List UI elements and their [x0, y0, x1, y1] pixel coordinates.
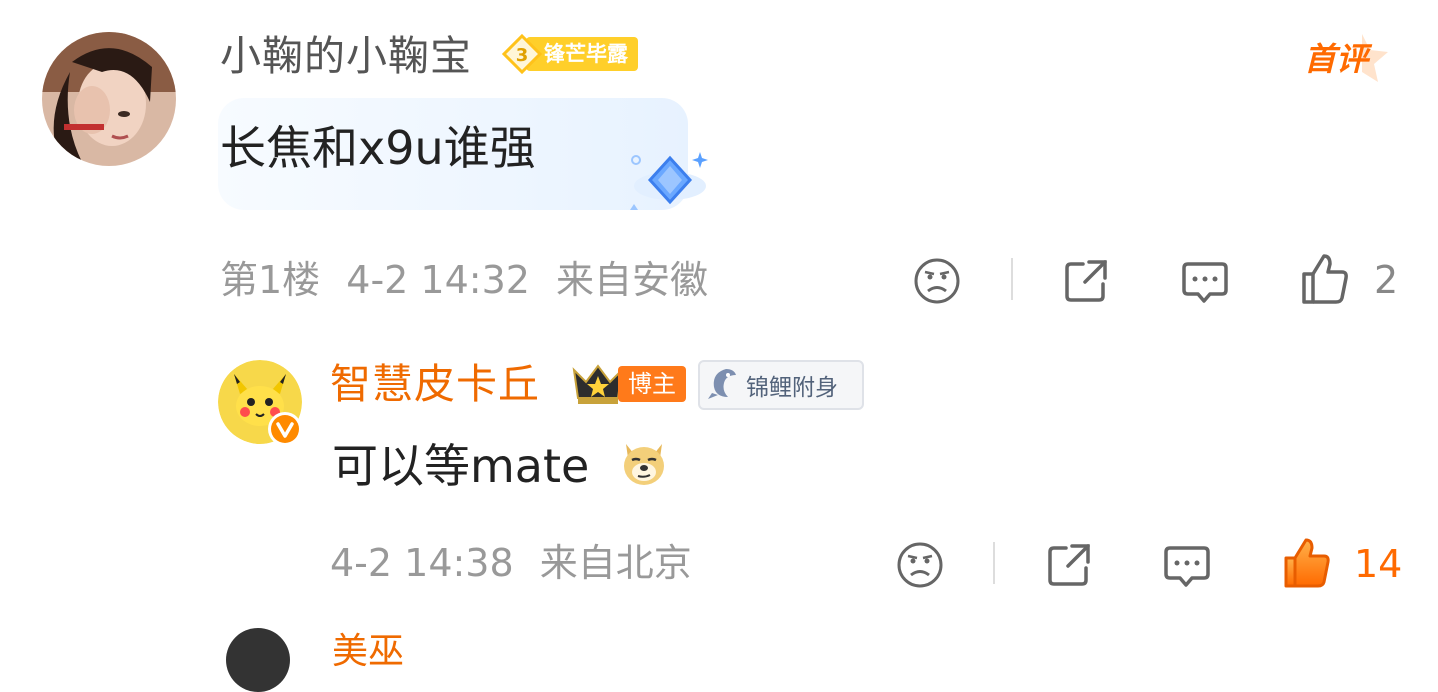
next-avatar[interactable] [226, 628, 290, 692]
like-thumb-icon[interactable] [1300, 252, 1350, 304]
like-count: 2 [1374, 258, 1399, 302]
fan-badge-label: 锦鲤附身 [746, 375, 838, 401]
koi-icon [706, 365, 740, 405]
comment-text: 长焦和x9u谁强 [220, 121, 536, 175]
doge-emoji-icon [620, 436, 668, 488]
reply-time: 4-2 14:38 [330, 541, 514, 585]
commenter-name[interactable]: 小鞠的小鞠宝 [220, 30, 472, 82]
first-comment-badge: 首评 [1302, 30, 1394, 86]
verified-v-icon [268, 412, 302, 446]
floor-label: 第1楼 [220, 258, 321, 302]
next-commenter-name[interactable]: 美巫 [332, 622, 404, 674]
reply-location: 来自北京 [539, 541, 692, 585]
diamond-icon [624, 148, 714, 214]
reply-icon[interactable] [1162, 540, 1212, 590]
blogger-role-tag: 博主 [618, 366, 686, 402]
divider [1011, 258, 1013, 300]
dislike-face-icon[interactable] [895, 540, 945, 590]
reply-icon[interactable] [1180, 256, 1230, 306]
commenter-avatar[interactable] [42, 32, 176, 166]
first-comment-label: 首评 [1304, 40, 1373, 78]
share-icon[interactable] [1044, 540, 1094, 590]
level-title: 锋芒毕露 [526, 37, 638, 71]
share-icon[interactable] [1061, 256, 1111, 306]
like-count: 14 [1354, 542, 1403, 586]
replier-name[interactable]: 智慧皮卡丘 [330, 358, 540, 410]
divider [993, 542, 995, 584]
comment-time: 4-2 14:32 [346, 258, 530, 302]
comment-meta: 第1楼 4-2 14:32 来自安徽 [220, 255, 708, 305]
level-badge[interactable]: 3 锋芒毕露 [501, 33, 638, 75]
level-number: 3 [516, 45, 529, 66]
like-thumb-icon[interactable] [1282, 536, 1332, 588]
comment-location: 来自安徽 [556, 258, 709, 302]
dislike-face-icon[interactable] [912, 256, 962, 306]
reply-meta: 4-2 14:38 来自北京 [330, 538, 692, 588]
fan-badge[interactable]: 锦鲤附身 [698, 360, 864, 410]
reply-text: 可以等mate [332, 439, 590, 493]
level-diamond-icon: 3 [501, 33, 543, 75]
